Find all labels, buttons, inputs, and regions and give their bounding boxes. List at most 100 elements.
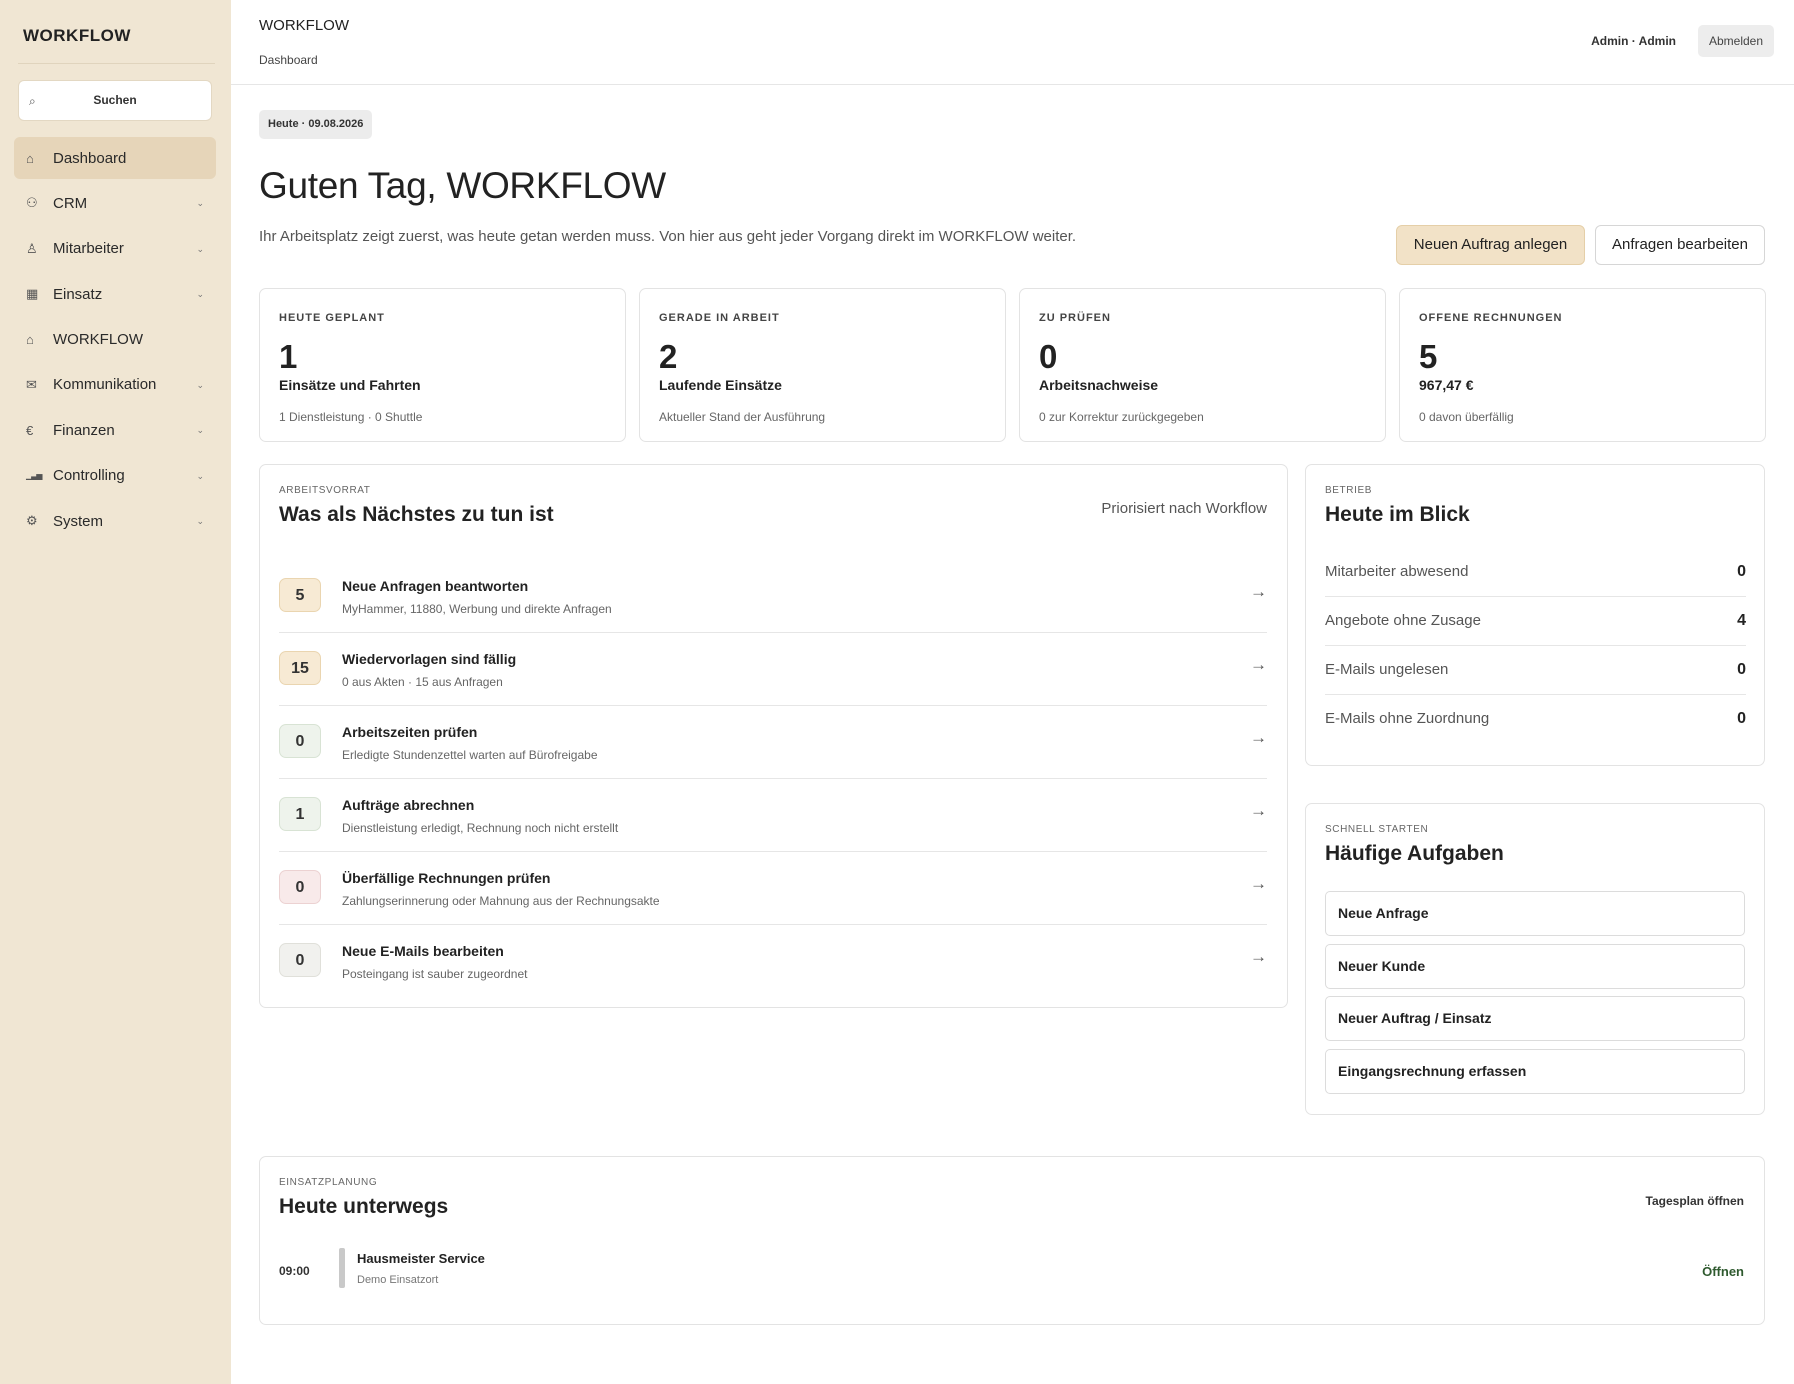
deployment-planning-card: EINSATZPLANUNG Heute unterwegs Tagesplan… [259, 1156, 1765, 1325]
incoming-invoice-button[interactable]: Eingangsrechnung erfassen [1325, 1049, 1745, 1094]
task-row[interactable]: 0 Neue E-Mails bearbeiten Posteingang is… [279, 925, 1267, 998]
backlog-card: ARBEITSVORRAT Was als Nächstes zu tun is… [259, 464, 1288, 1008]
logout-button[interactable]: Abmelden [1698, 25, 1774, 57]
task-count-badge: 0 [279, 943, 321, 977]
task-count-badge: 5 [279, 578, 321, 612]
stat-value: 0 [1039, 338, 1058, 375]
task-row[interactable]: 15 Wiedervorlagen sind fällig 0 aus Akte… [279, 633, 1267, 706]
new-request-button[interactable]: Neue Anfrage [1325, 891, 1745, 936]
users-icon: ⚇ [26, 195, 38, 211]
stat-kicker: GERADE IN ARBEIT [659, 312, 780, 324]
task-row[interactable]: 5 Neue Anfragen beantworten MyHammer, 11… [279, 560, 1267, 633]
chevron-down-icon: ⌄ [196, 379, 204, 390]
breadcrumb[interactable]: Dashboard [259, 53, 318, 67]
arrow-right-icon: → [1250, 947, 1267, 966]
stat-title: Einsätze und Fahrten [279, 377, 421, 393]
sidebar-item-label: Controlling [53, 467, 125, 485]
bar-chart-icon: ▁▃▅ [26, 471, 42, 481]
sidebar-item-label: WORKFLOW [53, 331, 143, 349]
assignment-marker [339, 1248, 345, 1288]
arrow-right-icon: → [1250, 801, 1267, 820]
sidebar-item-label: Kommunikation [53, 376, 157, 394]
edit-requests-button[interactable]: Anfragen bearbeiten [1595, 225, 1765, 265]
sidebar-item-controlling[interactable]: ▁▃▅ Controlling ⌄ [14, 455, 216, 497]
task-title: Überfällige Rechnungen prüfen [342, 870, 551, 886]
new-customer-button[interactable]: Neuer Kunde [1325, 944, 1745, 989]
section-title: Heute unterwegs [279, 1195, 449, 1218]
chevron-down-icon: ⌄ [196, 425, 204, 436]
task-title: Neue Anfragen beantworten [342, 578, 529, 594]
date-badge: Heute · 09.08.2026 [259, 110, 373, 139]
sidebar-item-mitarbeiter[interactable]: ♙ Mitarbeiter ⌄ [14, 228, 216, 270]
arrow-right-icon: → [1250, 582, 1267, 601]
chevron-down-icon: ⌄ [196, 516, 204, 527]
task-row[interactable]: 1 Aufträge abrechnen Dienstleistung erle… [279, 779, 1267, 852]
task-title: Neue E-Mails bearbeiten [342, 943, 504, 959]
sidebar-item-finanzen[interactable]: € Finanzen ⌄ [14, 409, 216, 451]
task-title: Aufträge abrechnen [342, 797, 475, 813]
page-title: Guten Tag, WORKFLOW [259, 165, 666, 206]
task-subtitle: 0 aus Akten · 15 aus Anfragen [342, 675, 503, 689]
brand-logo: WORKFLOW [23, 26, 131, 45]
assignment-title: Hausmeister Service [357, 1251, 485, 1266]
stat-title: Arbeitsnachweise [1039, 377, 1159, 393]
task-subtitle: Erledigte Stundenzettel warten auf Bürof… [342, 748, 598, 762]
stat-title: Laufende Einsätze [659, 377, 782, 393]
stat-card-to-review[interactable]: ZU PRÜFEN 0 Arbeitsnachweise 0 zur Korre… [1019, 288, 1386, 442]
open-assignment-link[interactable]: Öffnen [1702, 1264, 1744, 1279]
search-input[interactable]: ⌕ Suchen [18, 80, 212, 121]
new-order-assignment-button[interactable]: Neuer Auftrag / Einsatz [1325, 996, 1745, 1041]
stat-value: 1 [279, 338, 298, 375]
section-title: Was als Nächstes zu tun ist [279, 503, 554, 526]
task-row[interactable]: 0 Überfällige Rechnungen prüfen Zahlungs… [279, 852, 1267, 925]
stat-subtitle: 0 zur Korrektur zurückgegeben [1039, 410, 1204, 424]
priority-note: Priorisiert nach Workflow [1101, 500, 1267, 517]
app-title: WORKFLOW [259, 17, 349, 34]
open-day-plan-link[interactable]: Tagesplan öffnen [1646, 1194, 1744, 1208]
task-count-badge: 0 [279, 724, 321, 758]
chevron-down-icon: ⌄ [196, 198, 204, 209]
stat-subtitle: 0 davon überfällig [1419, 410, 1514, 424]
glance-value: 0 [1737, 661, 1746, 678]
sidebar-item-label: Einsatz [53, 285, 103, 303]
stat-card-in-progress[interactable]: GERADE IN ARBEIT 2 Laufende Einsätze Akt… [639, 288, 1006, 442]
arrow-right-icon: → [1250, 655, 1267, 674]
calendar-icon: ▦ [26, 286, 39, 302]
sidebar-item-crm[interactable]: ⚇ CRM ⌄ [14, 182, 216, 224]
stat-value: 2 [659, 338, 678, 375]
home-icon: ⌂ [26, 150, 34, 166]
sidebar-item-dashboard[interactable]: ⌂ Dashboard [14, 137, 216, 179]
assignment-time: 09:00 [279, 1264, 310, 1278]
sidebar-item-system[interactable]: ⚙ System ⌄ [14, 500, 216, 542]
arrow-right-icon: → [1250, 874, 1267, 893]
task-row[interactable]: 0 Arbeitszeiten prüfen Erledigte Stunden… [279, 706, 1267, 779]
sidebar-item-einsatz[interactable]: ▦ Einsatz ⌄ [14, 273, 216, 315]
operations-card: BETRIEB Heute im Blick Mitarbeiter abwes… [1305, 464, 1765, 766]
glance-label: E-Mails ohne Zuordnung [1325, 710, 1490, 727]
glance-value: 4 [1737, 612, 1746, 629]
task-count-badge: 1 [279, 797, 321, 831]
task-subtitle: MyHammer, 11880, Werbung und direkte Anf… [342, 602, 612, 616]
sidebar-item-workflow[interactable]: ⌂ WORKFLOW [14, 319, 216, 361]
sidebar-item-label: Mitarbeiter [53, 240, 124, 258]
section-eyebrow: BETRIEB [1325, 485, 1372, 496]
task-subtitle: Zahlungserinnerung oder Mahnung aus der … [342, 894, 660, 908]
sidebar-item-kommunikation[interactable]: ✉ Kommunikation ⌄ [14, 364, 216, 406]
home-icon: ⌂ [26, 332, 34, 348]
stat-card-planned[interactable]: HEUTE GEPLANT 1 Einsätze und Fahrten 1 D… [259, 288, 626, 442]
new-order-button[interactable]: Neuen Auftrag anlegen [1396, 225, 1585, 265]
section-eyebrow: ARBEITSVORRAT [279, 485, 371, 496]
section-eyebrow: SCHNELL STARTEN [1325, 824, 1429, 835]
stat-subtitle: 1 Dienstleistung · 0 Shuttle [279, 410, 423, 424]
stat-subtitle: Aktueller Stand der Ausführung [659, 410, 826, 424]
stat-value: 5 [1419, 338, 1438, 375]
top-bar: WORKFLOW Dashboard Admin · Admin Abmelde… [231, 0, 1794, 85]
task-title: Arbeitszeiten prüfen [342, 724, 478, 740]
divider [18, 63, 215, 64]
stat-card-open-invoices[interactable]: OFFENE RECHNUNGEN 5 967,47 € 0 davon übe… [1399, 288, 1766, 442]
glance-label: Mitarbeiter abwesend [1325, 563, 1469, 580]
quick-start-card: SCHNELL STARTEN Häufige Aufgaben Neue An… [1305, 803, 1765, 1115]
glance-row: Mitarbeiter abwesend 0 [1325, 548, 1746, 597]
euro-icon: € [26, 422, 34, 438]
glance-value: 0 [1737, 563, 1746, 580]
